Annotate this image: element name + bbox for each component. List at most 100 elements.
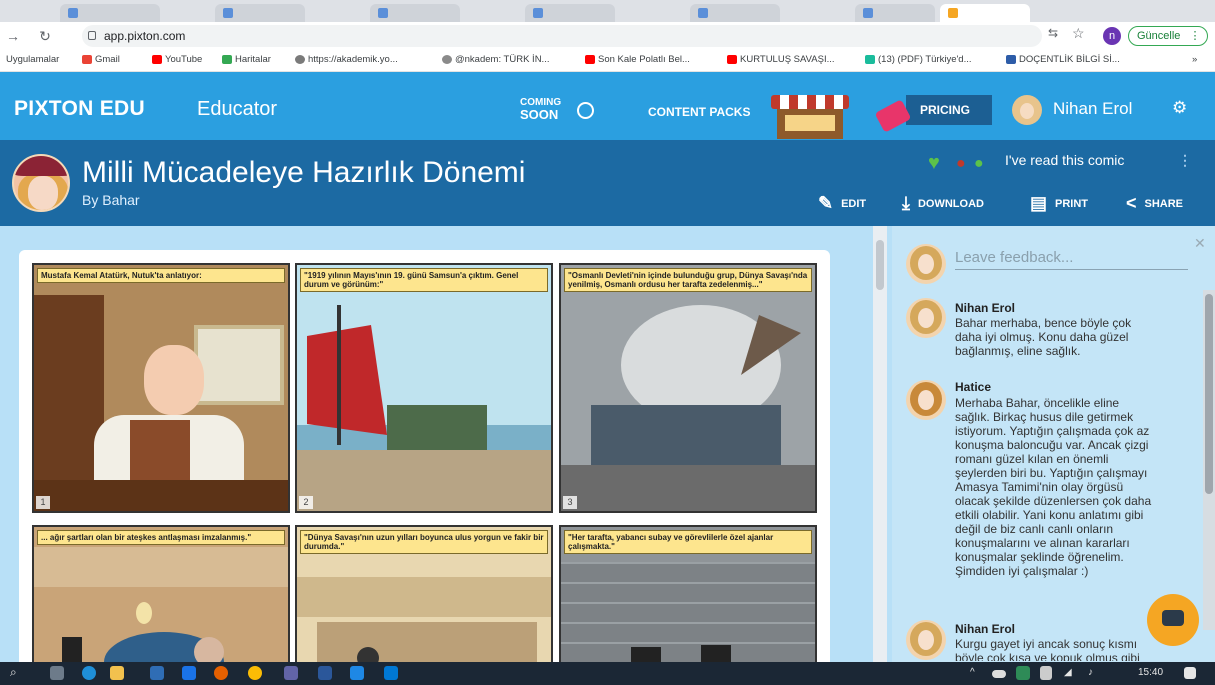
firefox-icon[interactable] — [214, 666, 228, 680]
star-icon[interactable]: ☆ — [1072, 25, 1085, 42]
bookmark-item[interactable]: Haritalar — [222, 54, 271, 65]
bookmark-item[interactable]: DOÇENTLİK BİLGİ Sİ... — [1006, 54, 1120, 65]
panel-number: 3 — [563, 496, 577, 509]
tab-favicon-icon — [378, 8, 388, 18]
volume-icon[interactable]: ♪ — [1088, 667, 1093, 678]
share-button[interactable]: < SHARE — [1126, 193, 1183, 214]
coming-soon-link[interactable]: COMING SOON — [520, 97, 561, 121]
browser-tab[interactable] — [60, 4, 160, 22]
bookmark-label: Haritalar — [235, 54, 271, 65]
comment-text: Bahar merhaba, bence böyle çok daha iyi … — [955, 316, 1132, 358]
comic-panel[interactable]: "Her tarafta, yabancı subay ve görevlile… — [559, 525, 817, 675]
tray-app-icon[interactable] — [1016, 666, 1030, 680]
browser-tab-active[interactable] — [940, 4, 1030, 22]
screen: → ↻ app.pixton.com ⇆ ☆ n Güncelle ⋮ Uygu… — [0, 0, 1215, 685]
bookmark-label: Gmail — [95, 54, 120, 65]
bookmark-label: Uygulamalar — [6, 54, 60, 65]
logo-subtitle: Educator — [197, 98, 278, 120]
comment-author: Nihan Erol — [955, 301, 1016, 315]
bookmark-label: YouTube — [165, 54, 203, 65]
notification-icon[interactable] — [1184, 667, 1196, 679]
more-options-icon[interactable]: ⋮ — [1178, 152, 1192, 169]
word-icon[interactable] — [318, 666, 332, 680]
stopwatch-icon — [577, 102, 594, 119]
profile-avatar[interactable]: n — [1103, 27, 1121, 45]
comic-panel[interactable]: ... ağır şartları olan bir ateşkes antla… — [32, 525, 290, 675]
store-icon[interactable] — [150, 666, 164, 680]
comic-panel[interactable]: "Osmanlı Devleti'nin içinde bulunduğu gr… — [559, 263, 817, 513]
close-icon[interactable]: ✕ — [1194, 235, 1206, 252]
chrome-icon[interactable] — [248, 666, 262, 680]
bookmark-item[interactable]: Son Kale Polatlı Bel... — [585, 54, 690, 65]
user-avatar[interactable] — [1012, 95, 1042, 125]
feedback-input[interactable] — [955, 246, 1188, 270]
feedback-user-avatar — [906, 244, 946, 284]
comment-avatar — [906, 380, 946, 420]
bookmark-item[interactable]: KURTULUŞ SAVAŞI... — [727, 54, 835, 65]
file-explorer-icon[interactable] — [110, 666, 124, 680]
app-icon[interactable] — [350, 666, 364, 680]
user-name[interactable]: Nihan Erol — [1053, 99, 1132, 119]
battery-icon[interactable] — [1040, 666, 1052, 680]
pricing-button[interactable]: PRICING — [906, 95, 992, 125]
heart-icon[interactable]: ● — [974, 155, 984, 173]
chat-button[interactable] — [1147, 594, 1199, 646]
onedrive-icon[interactable] — [992, 670, 1006, 678]
reload-icon[interactable]: ↻ — [36, 27, 54, 45]
comment-avatar — [906, 620, 946, 660]
bookmark-item[interactable]: Uygulamalar — [6, 54, 59, 65]
youtube-icon — [727, 55, 737, 64]
mail-icon[interactable] — [182, 666, 196, 680]
task-view-icon[interactable] — [50, 666, 64, 680]
bookmark-label: Son Kale Polatlı Bel... — [598, 54, 690, 65]
bookmark-item[interactable]: Gmail — [82, 54, 120, 65]
read-comic-toggle[interactable]: I've read this comic — [1005, 152, 1124, 168]
bookmark-item[interactable]: @nkadem: TÜRK İN... — [442, 54, 549, 65]
shop-illustration-icon[interactable] — [763, 89, 857, 139]
more-bookmarks[interactable]: » — [1192, 54, 1197, 65]
bookmark-item[interactable]: https://akademik.yo... — [295, 54, 398, 65]
heart-icon[interactable]: ● — [956, 155, 966, 173]
comic-panel[interactable]: "Dünya Savaşı'nın uzun yılları boyunca u… — [295, 525, 553, 675]
bookmark-item[interactable]: (13) (PDF) Türkiye'd... — [865, 54, 972, 65]
feedback-scrollbar[interactable] — [1203, 290, 1215, 630]
app-icon[interactable] — [384, 666, 398, 680]
comic-scrollbar[interactable] — [873, 226, 887, 662]
tab-favicon-icon — [863, 8, 873, 18]
comic-panel[interactable]: "1919 yılının Mayıs'ının 19. günü Samsun… — [295, 263, 553, 513]
soon-label: SOON — [520, 107, 559, 122]
comic-strip: Mustafa Kemal Atatürk, Nutuk'ta anlatıyo… — [19, 250, 830, 675]
browser-tab[interactable] — [525, 4, 615, 22]
teams-icon[interactable] — [284, 666, 298, 680]
pixton-logo[interactable]: PIXTON EDU — [14, 97, 145, 121]
browser-tab[interactable] — [370, 4, 460, 22]
youtube-icon — [152, 55, 162, 64]
maps-icon — [222, 55, 232, 64]
panel-caption: "1919 yılının Mayıs'ının 19. günü Samsun… — [300, 268, 548, 292]
scrollbar-thumb[interactable] — [876, 240, 884, 290]
forward-arrow-icon[interactable]: → — [4, 27, 22, 45]
network-icon[interactable]: ◢ — [1064, 667, 1072, 678]
edge-icon[interactable] — [82, 666, 96, 680]
bookmark-label: KURTULUŞ SAVAŞI... — [740, 54, 835, 65]
omnibox[interactable]: app.pixton.com — [82, 25, 1042, 47]
scrollbar-thumb[interactable] — [1205, 294, 1213, 494]
browser-tab[interactable] — [855, 4, 935, 22]
comment-avatar — [906, 298, 946, 338]
bookmark-item[interactable]: YouTube — [152, 54, 202, 65]
translate-icon[interactable]: ⇆ — [1048, 26, 1058, 40]
search-icon[interactable]: ⌕ — [10, 665, 17, 680]
update-button[interactable]: Güncelle ⋮ — [1128, 26, 1208, 46]
print-button[interactable]: ▤ PRINT — [1030, 193, 1088, 214]
gear-icon[interactable]: ⚙ — [1172, 98, 1187, 118]
tray-chevron-icon[interactable]: ^ — [970, 667, 975, 678]
browser-tab[interactable] — [690, 4, 780, 22]
comic-panel[interactable]: Mustafa Kemal Atatürk, Nutuk'ta anlatıyo… — [32, 263, 290, 513]
heart-icon[interactable]: ♥ — [928, 152, 940, 175]
download-button[interactable]: ⤓ DOWNLOAD — [902, 193, 984, 214]
panel-caption: ... ağır şartları olan bir ateşkes antla… — [37, 530, 285, 545]
clock[interactable]: 15:40 — [1138, 667, 1163, 678]
content-packs-link[interactable]: CONTENT PACKS — [648, 105, 750, 119]
edit-button[interactable]: ✎ EDIT — [818, 193, 866, 214]
browser-tab[interactable] — [215, 4, 305, 22]
